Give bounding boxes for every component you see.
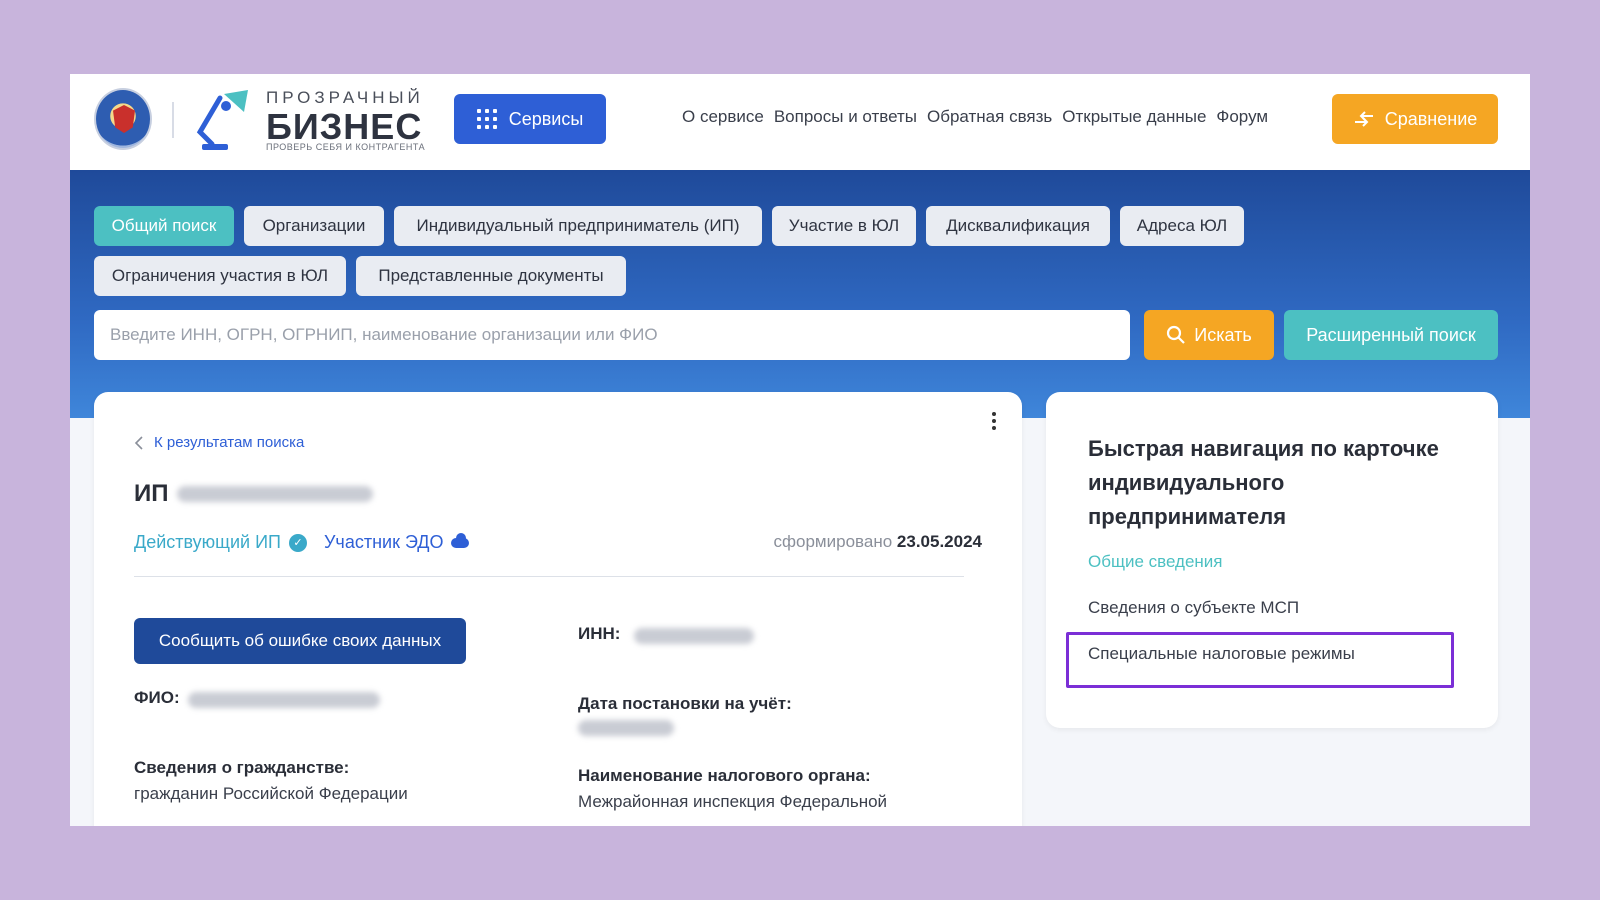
- advanced-search-button[interactable]: Расширенный поиск: [1284, 310, 1498, 360]
- nav-open-data[interactable]: Открытые данные: [1062, 107, 1206, 127]
- status-active: Действующий ИП ✓: [134, 532, 307, 553]
- compare-label: Сравнение: [1384, 108, 1478, 129]
- nav-feedback[interactable]: Обратная связь: [927, 107, 1052, 127]
- quick-nav-msp[interactable]: Сведения о субъекте МСП: [1088, 598, 1299, 618]
- nav-forum[interactable]: Форум: [1216, 107, 1268, 127]
- back-to-results-link[interactable]: К результатам поиска: [134, 434, 304, 451]
- logo-tagline: ПРОВЕРЬ СЕБЯ И КОНТРАГЕНТА: [266, 142, 426, 152]
- cloud-icon: [451, 532, 470, 548]
- tax-org-value: Межрайонная инспекция Федеральной: [578, 792, 888, 811]
- lamp-logo-icon[interactable]: [190, 88, 254, 154]
- tab-individual-entrepreneur[interactable]: Индивидуальный предприниматель (ИП): [394, 206, 762, 246]
- tab-addresses[interactable]: Адреса ЮЛ: [1120, 206, 1244, 246]
- citizenship-value: гражданин Российской Федерации: [134, 784, 408, 803]
- header: ПРОЗРАЧНЫЙ БИЗНЕС ПРОВЕРЬ СЕБЯ И КОНТРАГ…: [70, 74, 1530, 170]
- compare-button[interactable]: Сравнение: [1332, 94, 1498, 144]
- logo-top-text: ПРОЗРАЧНЫЙ: [266, 88, 424, 107]
- highlight-box: [1066, 632, 1454, 688]
- app-window: ПРОЗРАЧНЫЙ БИЗНЕС ПРОВЕРЬ СЕБЯ И КОНТРАГ…: [70, 74, 1530, 826]
- quick-nav-general[interactable]: Общие сведения: [1088, 552, 1223, 572]
- compare-arrows-icon: [1354, 111, 1373, 127]
- tab-organizations[interactable]: Организации: [244, 206, 384, 246]
- search-button-label: Искать: [1194, 324, 1252, 345]
- search-icon: [1167, 325, 1186, 344]
- redacted-inn: [634, 628, 754, 644]
- top-nav: О сервисе Вопросы и ответы Обратная связ…: [682, 107, 1268, 127]
- redacted-registration-date: [578, 720, 674, 736]
- quick-nav-title: Быстрая навигация по карточке индивидуал…: [1088, 436, 1439, 529]
- tab-documents[interactable]: Представленные документы: [356, 256, 626, 296]
- card-divider: [134, 576, 964, 577]
- formed-date-value: 23.05.2024: [896, 532, 982, 551]
- chevron-left-icon: [134, 435, 143, 450]
- formed-label: сформировано: [773, 532, 893, 551]
- tax-org-label: Наименование налогового органа:: [578, 766, 871, 785]
- quick-nav-panel: Быстрая навигация по карточке индивидуал…: [1046, 392, 1498, 728]
- fio-label: ФИО:: [134, 688, 180, 707]
- search-input[interactable]: [94, 310, 1130, 360]
- more-options-icon[interactable]: [992, 412, 998, 430]
- tab-restrictions[interactable]: Ограничения участия в ЮЛ: [94, 256, 346, 296]
- services-label: Сервисы: [508, 108, 584, 129]
- tab-disqualification[interactable]: Дисквалификация: [926, 206, 1110, 246]
- nav-faq[interactable]: Вопросы и ответы: [774, 107, 917, 127]
- search-button[interactable]: Искать: [1144, 310, 1274, 360]
- nav-about[interactable]: О сервисе: [682, 107, 764, 127]
- tab-general-search[interactable]: Общий поиск: [94, 206, 234, 246]
- status-active-label: Действующий ИП: [134, 532, 281, 552]
- inn-label: ИНН:: [578, 624, 621, 643]
- tab-participation[interactable]: Участие в ЮЛ: [772, 206, 916, 246]
- status-edo[interactable]: Участник ЭДО: [324, 532, 470, 553]
- grid-icon: [476, 109, 497, 129]
- services-button[interactable]: Сервисы: [454, 94, 606, 144]
- eagle-icon: [113, 105, 135, 133]
- redacted-name: [176, 486, 373, 502]
- header-divider: [172, 102, 174, 138]
- status-edo-label: Участник ЭДО: [324, 532, 444, 552]
- fns-emblem-logo[interactable]: [94, 88, 152, 150]
- citizenship-label: Сведения о гражданстве:: [134, 758, 350, 777]
- check-circle-icon: ✓: [288, 533, 307, 552]
- formed-date: сформировано 23.05.2024: [774, 532, 982, 552]
- entrepreneur-card: К результатам поиска ИП Действующий ИП ✓…: [94, 392, 1022, 826]
- back-link-label: К результатам поиска: [154, 434, 305, 451]
- report-error-button[interactable]: Сообщить об ошибке своих данных: [134, 618, 466, 664]
- card-title: ИП: [134, 480, 373, 508]
- redacted-fio: [188, 692, 380, 708]
- card-title-prefix: ИП: [134, 480, 169, 507]
- registration-date-label: Дата постановки на учёт:: [578, 694, 792, 713]
